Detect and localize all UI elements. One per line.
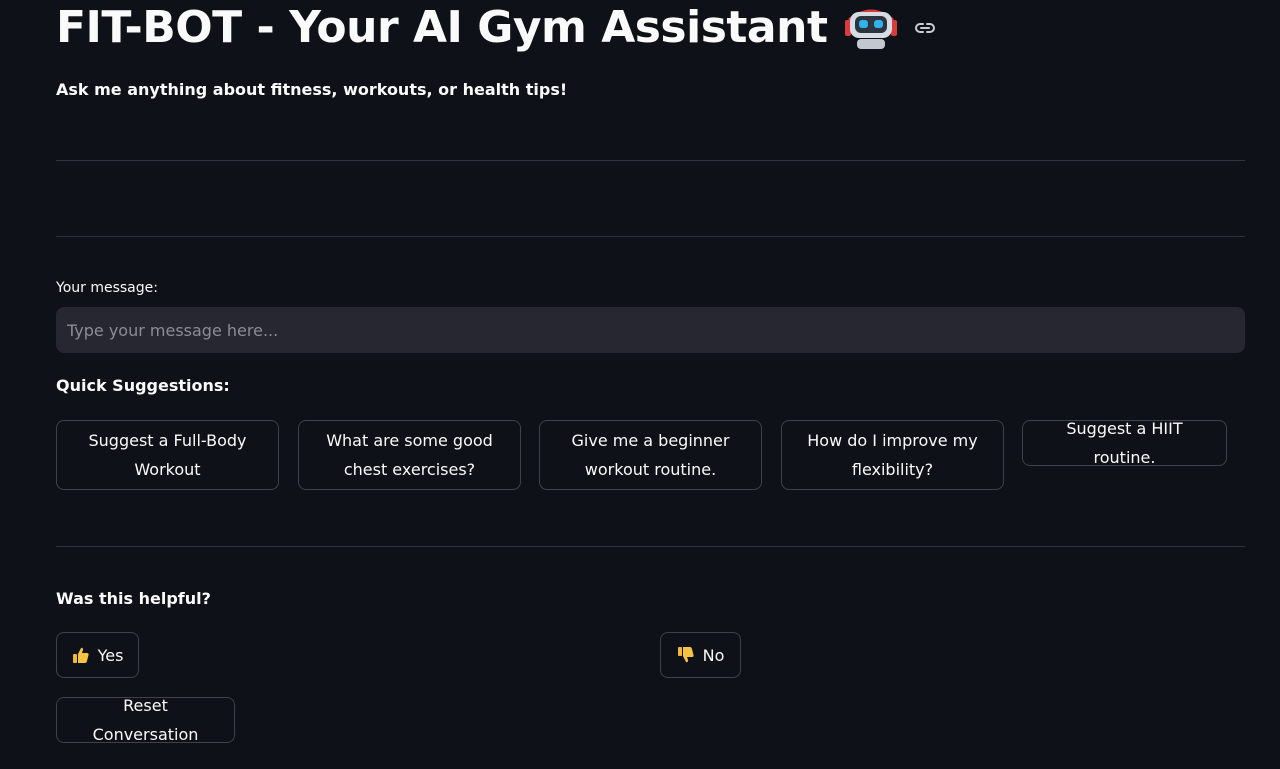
suggestions-heading: Quick Suggestions:: [56, 376, 230, 395]
page-title: FIT-BOT - Your AI Gym Assistant: [56, 2, 828, 53]
link-icon[interactable]: [913, 16, 937, 40]
app-page: FIT-BOT - Your AI Gym Assistant Ask me a…: [0, 0, 1280, 769]
suggestion-flexibility-button[interactable]: How do I improve my flexibility?: [781, 420, 1004, 490]
header: FIT-BOT - Your AI Gym Assistant: [56, 0, 937, 56]
divider: [56, 160, 1245, 161]
robot-icon: [845, 9, 898, 49]
feedback-heading: Was this helpful?: [56, 589, 211, 608]
message-input[interactable]: [56, 307, 1245, 353]
thumbs-up-icon: [72, 647, 89, 663]
yes-button[interactable]: Yes: [56, 632, 139, 678]
page-subtitle: Ask me anything about fitness, workouts,…: [56, 80, 568, 99]
divider: [56, 236, 1245, 237]
suggestion-full-body-workout-button[interactable]: Suggest a Full-Body Workout: [56, 420, 279, 490]
suggestion-chest-exercises-button[interactable]: What are some good chest exercises?: [298, 420, 521, 490]
no-label: No: [702, 645, 725, 665]
reset-conversation-button[interactable]: Reset Conversation: [56, 696, 235, 744]
message-label: Your message:: [56, 280, 158, 296]
suggestion-hiit-routine-button[interactable]: Suggest a HIIT routine.: [1022, 419, 1227, 467]
no-button[interactable]: No: [660, 632, 741, 678]
divider: [56, 546, 1245, 547]
yes-label: Yes: [97, 645, 124, 665]
suggestion-beginner-routine-button[interactable]: Give me a beginner workout routine.: [539, 420, 762, 490]
thumbs-down-icon: [677, 647, 694, 663]
